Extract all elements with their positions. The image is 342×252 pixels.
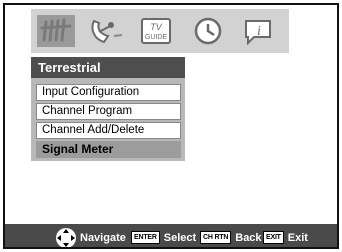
tab-satellite[interactable]: [87, 15, 125, 47]
navigate-label: Navigate: [80, 231, 126, 244]
menu-item-signal-meter[interactable]: Signal Meter: [36, 141, 181, 158]
exit-key-icon: EXIT: [263, 231, 284, 244]
info-icon: i: [245, 20, 271, 46]
tab-terrestrial[interactable]: [37, 15, 75, 47]
enter-key-icon: ENTER: [131, 231, 160, 244]
ch-rtn-key-icon: CH RTN: [200, 231, 232, 244]
svg-text:i: i: [257, 24, 261, 39]
nav-hint-back: CH RTN Back: [200, 224, 262, 247]
satellite-dish-icon: [91, 19, 123, 44]
tab-tv-guide[interactable]: TV GUIDE: [137, 15, 175, 47]
menu-item-channel-add-delete[interactable]: Channel Add/Delete: [36, 122, 181, 139]
nav-hint-exit: EXIT Exit: [263, 224, 308, 247]
dpad-icon: [56, 227, 76, 247]
menu-item-input-configuration[interactable]: Input Configuration: [36, 84, 181, 101]
navigation-hint-bar: Navigate ENTER Select CH RTN Back EXIT E…: [5, 224, 337, 247]
tab-timer[interactable]: [189, 15, 227, 47]
exit-label: Exit: [287, 231, 308, 244]
clock-icon: [194, 17, 222, 45]
tv-menu-screen: TV GUIDE i Terrestrial Input Configurati…: [3, 3, 339, 249]
tab-info[interactable]: i: [239, 15, 277, 47]
menu-tab-bar: TV GUIDE i: [31, 9, 289, 53]
terrestrial-menu: Terrestrial Input Configuration Channel …: [31, 57, 185, 161]
nav-hint-select: ENTER Select: [131, 224, 197, 247]
menu-item-channel-program[interactable]: Channel Program: [36, 103, 181, 120]
menu-title: Terrestrial: [31, 57, 185, 78]
back-label: Back: [235, 231, 262, 244]
svg-text:GUIDE: GUIDE: [145, 34, 168, 41]
select-label: Select: [163, 231, 197, 244]
tv-guide-icon: TV GUIDE: [141, 18, 171, 44]
nav-hint-navigate: Navigate: [55, 224, 126, 247]
antenna-icon: [40, 18, 72, 42]
svg-text:TV: TV: [150, 22, 162, 32]
